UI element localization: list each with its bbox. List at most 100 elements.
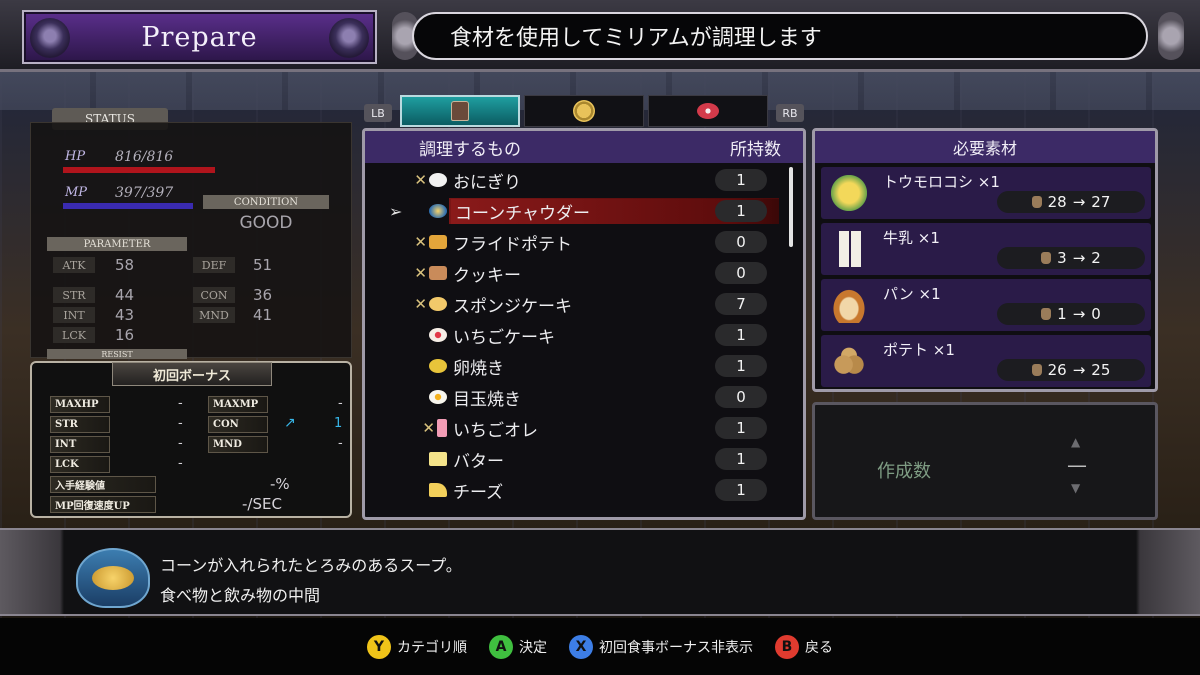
mp-value: 397/397: [115, 185, 174, 201]
tab-ingredients[interactable]: [648, 95, 768, 127]
cookie-icon: [429, 266, 447, 280]
first-bonus-panel: 初回ボーナス MAXHP - MAXMP - STR - CON ↗ 1 INT…: [30, 361, 352, 518]
material-row: パン ×1 1 → 0: [821, 279, 1151, 331]
butter-icon: [429, 452, 447, 466]
guide-label: 初回食事ボーナス非表示: [599, 639, 753, 656]
condition-value: GOOD: [239, 213, 293, 233]
bonus-value-con: 1: [334, 416, 343, 431]
mp-label: MP: [65, 185, 88, 200]
list-item[interactable]: 目玉焼き 0: [391, 384, 779, 410]
material-to: 27: [1091, 193, 1111, 211]
tab-dishes[interactable]: [524, 95, 644, 127]
list-item[interactable]: ✕ フライドポテト 0: [391, 229, 779, 255]
item-count: 1: [715, 200, 767, 222]
required-materials-panel: 必要素材 トウモロコシ ×1 28 → 27 牛乳 ×1 3 → 2 パン ×1…: [812, 128, 1158, 392]
parameter-label: PARAMETER: [47, 237, 187, 251]
onigiri-icon: [429, 173, 447, 187]
material-name: 牛乳 ×1: [883, 229, 940, 247]
bonus-key-maxhp: MAXHP: [50, 396, 110, 413]
y-button-icon: Y: [367, 634, 391, 659]
fries-icon: [429, 235, 447, 249]
chevron-down-icon[interactable]: ▼: [1071, 481, 1080, 495]
param-key-def: DEF: [193, 257, 235, 273]
bonus-key-maxmp: MAXMP: [208, 396, 268, 413]
bonus-key-mnd: MND: [208, 436, 268, 453]
list-item[interactable]: ✕ いちごオレ 1: [391, 415, 779, 441]
bonus-key-con: CON: [208, 416, 268, 433]
meat-icon: [697, 103, 719, 119]
guide-sort-category[interactable]: Y カテゴリ順: [367, 634, 467, 659]
material-from: 1: [1057, 305, 1067, 323]
tab-cooking[interactable]: [400, 95, 520, 127]
guide-label: 決定: [519, 639, 547, 656]
materials-title: 必要素材: [815, 131, 1155, 163]
bonus-value-mp-regen: -/SEC: [242, 495, 282, 513]
material-to: 25: [1091, 361, 1111, 379]
material-from: 26: [1047, 361, 1067, 379]
rose-emblem-icon: [30, 18, 70, 58]
pouch-icon: [1031, 196, 1042, 208]
plate-icon: [573, 100, 595, 122]
list-scrollbar[interactable]: [789, 167, 793, 247]
status-panel: HP 816/816 MP 397/397 CONDITION GOOD PAR…: [30, 122, 352, 359]
button-guide: Y カテゴリ順 A 決定 X 初回食事ボーナス非表示 B 戻る: [0, 618, 1200, 675]
arrow-icon: →: [1072, 249, 1086, 267]
item-count: 1: [715, 169, 767, 191]
hint-text: 食材を使用してミリアムが調理します: [450, 26, 822, 51]
bonus-value-mnd: -: [338, 436, 343, 451]
title-plate: Prepare: [22, 10, 377, 64]
rb-button[interactable]: RB: [776, 104, 804, 122]
material-name: ポテト ×1: [883, 341, 955, 359]
list-item[interactable]: ✕ クッキー 0: [391, 260, 779, 286]
guide-confirm[interactable]: A 決定: [489, 634, 547, 659]
material-row: ポテト ×1 26 → 25: [821, 335, 1151, 387]
cheese-icon: [429, 483, 447, 497]
material-name: パン ×1: [883, 285, 941, 303]
material-quantity: 3 → 2: [997, 247, 1145, 269]
list-item[interactable]: バター 1: [391, 446, 779, 472]
material-from: 3: [1057, 249, 1067, 267]
category-tabs: LB RB: [362, 95, 806, 127]
list-item[interactable]: ✕ スポンジケーキ 7: [391, 291, 779, 317]
guide-label: カテゴリ順: [397, 639, 467, 656]
list-item[interactable]: ✕ おにぎり 1: [391, 167, 779, 193]
x-button-icon: X: [569, 634, 593, 659]
material-from: 28: [1047, 193, 1067, 211]
bonus-key-mp-regen: MP回復速度UP: [50, 496, 156, 513]
strawberry-cake-icon: [429, 328, 447, 342]
rose-emblem-icon: [329, 18, 369, 58]
material-to: 2: [1091, 249, 1101, 267]
quantity-selector[interactable]: ▲ 作成数 — ▼: [812, 402, 1158, 520]
bonus-value-exp: -%: [270, 475, 290, 493]
arrow-icon: →: [1072, 361, 1086, 379]
item-count: 1: [715, 448, 767, 470]
bonus-value-lck: -: [178, 456, 183, 471]
list-item[interactable]: いちごケーキ 1: [391, 322, 779, 348]
utensils-icon: ✕: [414, 295, 427, 313]
hp-value: 816/816: [115, 149, 174, 165]
condition-label: CONDITION: [203, 195, 329, 209]
param-value-def: 51: [253, 256, 273, 274]
bonus-key-exp: 入手経験値: [50, 476, 156, 493]
item-count: 1: [715, 355, 767, 377]
param-value-mnd: 41: [253, 306, 273, 324]
guide-back[interactable]: B 戻る: [775, 634, 833, 659]
guide-hide-bonus[interactable]: X 初回食事ボーナス非表示: [569, 634, 753, 659]
page-title: Prepare: [141, 21, 258, 53]
column-count-header: 所持数: [730, 139, 781, 160]
material-to: 0: [1091, 305, 1101, 323]
list-item[interactable]: 卵焼き 1: [391, 353, 779, 379]
param-key-str: STR: [53, 287, 95, 303]
hint-banner: 食材を使用してミリアムが調理します: [412, 12, 1148, 60]
bonus-key-str: STR: [50, 416, 110, 433]
ornament-icon: [1158, 12, 1184, 60]
resist-label: RESIST: [47, 349, 187, 359]
bonus-value-int: -: [178, 436, 183, 451]
chevron-up-icon[interactable]: ▲: [1071, 435, 1080, 449]
item-count: 0: [715, 231, 767, 253]
list-item[interactable]: チーズ 1: [391, 477, 779, 503]
corn-chowder-icon: [429, 204, 447, 218]
list-item-selected[interactable]: ➢ コーンチャウダー 1: [389, 198, 779, 224]
utensils-icon: ✕: [414, 264, 427, 282]
lb-button[interactable]: LB: [364, 104, 392, 122]
